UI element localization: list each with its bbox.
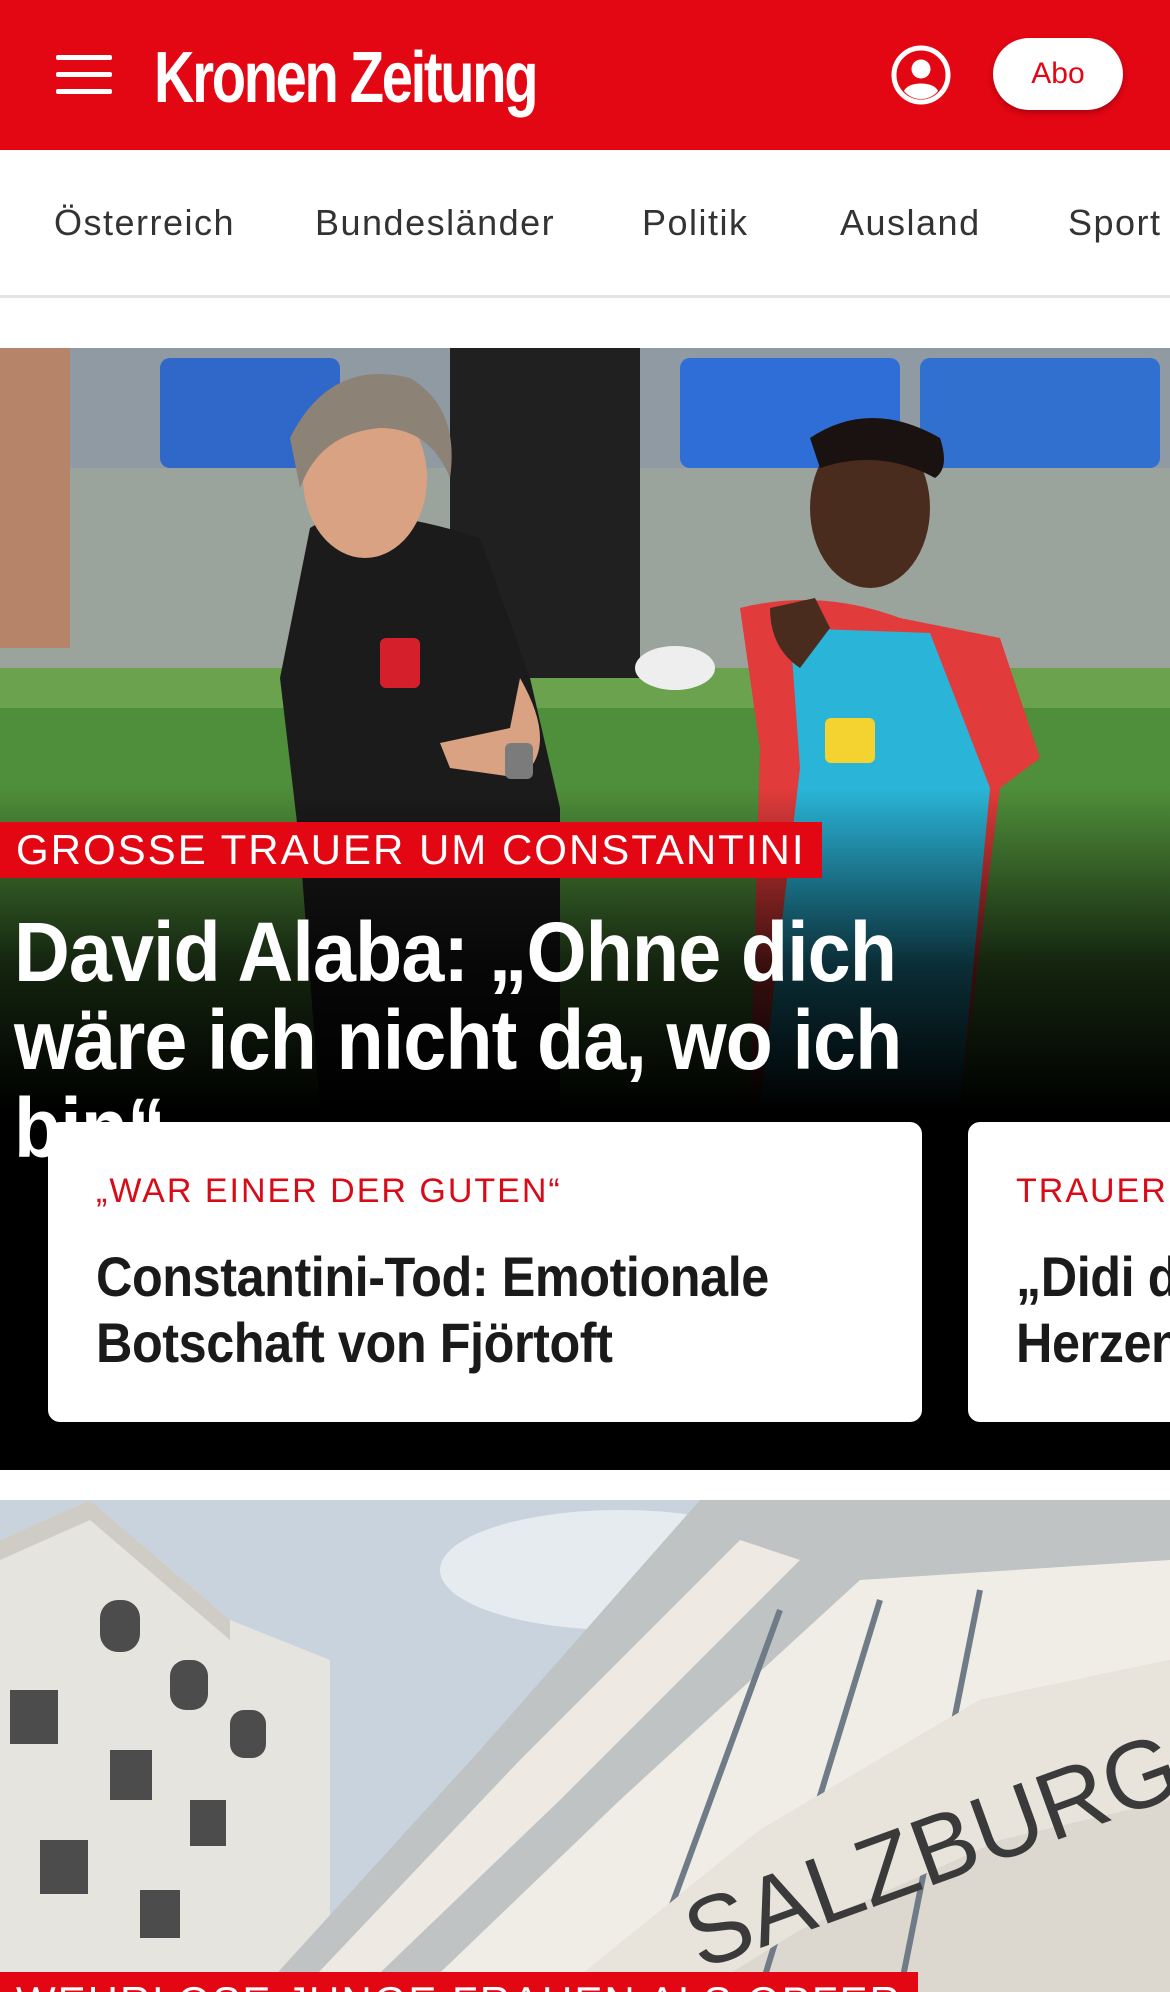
card-title: „Didi d Herzen: [1016, 1245, 1170, 1374]
teaser-photo: SALZBURG: [0, 1500, 1170, 1992]
teaser-kicker: WEHRLOSE JUNGE FRAUEN ALS OPFER: [0, 1972, 918, 1992]
card-kicker: „WAR EINER DER GUTEN“: [96, 1172, 562, 1210]
nav-item-sport[interactable]: Sport: [1068, 202, 1162, 244]
related-article-card[interactable]: TRAUER „Didi d Herzen: [968, 1122, 1170, 1422]
user-icon[interactable]: [890, 44, 952, 106]
category-nav: Österreich Bundesländer Politik Ausland …: [0, 150, 1170, 298]
nav-item-politik[interactable]: Politik: [642, 202, 749, 244]
nav-item-oesterreich[interactable]: Österreich: [54, 202, 235, 244]
nav-item-bundeslaender[interactable]: Bundesländer: [315, 202, 555, 244]
top-header: Kronen Zeitung Abo: [0, 0, 1170, 150]
hero-kicker: GROSSE TRAUER UM CONSTANTINI: [0, 822, 822, 878]
hero-teaser[interactable]: GROSSE TRAUER UM CONSTANTINI David Alaba…: [0, 348, 1170, 1470]
nav-item-ausland[interactable]: Ausland: [840, 202, 981, 244]
menu-icon[interactable]: [56, 55, 112, 95]
article-teaser[interactable]: SALZBURG WEHRLOSE JUNGE FRAUEN ALS OPFER: [0, 1500, 1170, 1992]
card-title: Constantini-Tod: Emotionale Botschaft vo…: [96, 1245, 769, 1374]
card-kicker: TRAUER: [1016, 1172, 1168, 1210]
related-article-card[interactable]: „WAR EINER DER GUTEN“ Constantini-Tod: E…: [48, 1122, 922, 1422]
site-logo[interactable]: Kronen Zeitung: [154, 38, 539, 118]
abo-button[interactable]: Abo: [993, 38, 1123, 110]
